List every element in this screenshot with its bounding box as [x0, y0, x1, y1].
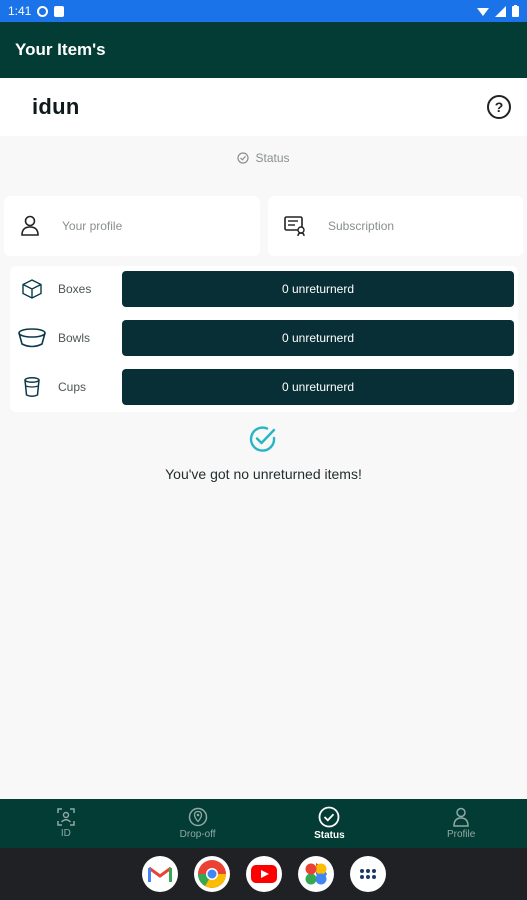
- cups-status-button[interactable]: 0 unreturnerd: [122, 369, 514, 405]
- boxes-status-button[interactable]: 0 unreturnerd: [122, 271, 514, 307]
- page-title: Your Item's: [15, 40, 106, 59]
- nav-profile[interactable]: Profile: [395, 799, 527, 848]
- photos-icon[interactable]: [297, 856, 334, 892]
- items-list: Boxes 0 unreturnerd Bowls 0 unreturnerd …: [10, 266, 518, 412]
- no-items-message: You've got no unreturned items!: [165, 466, 362, 482]
- card-label: Subscription: [328, 219, 395, 233]
- gmail-icon[interactable]: [141, 856, 178, 892]
- chrome-icon[interactable]: [193, 856, 230, 892]
- item-row-boxes: Boxes 0 unreturnerd: [10, 271, 518, 307]
- person-icon: [21, 215, 39, 236]
- person-icon: [453, 807, 469, 827]
- apps-icon[interactable]: [349, 856, 386, 892]
- help-button[interactable]: ?: [487, 95, 511, 119]
- youtube-icon[interactable]: [245, 856, 282, 892]
- check-circle-icon: [318, 806, 340, 828]
- your-profile-card[interactable]: Your profile: [4, 196, 260, 256]
- nav-label: Status: [314, 830, 345, 841]
- box-icon: [22, 279, 42, 299]
- bowl-icon: [18, 328, 46, 348]
- nav-id[interactable]: ID: [0, 799, 132, 848]
- subscription-card[interactable]: Subscription: [268, 196, 523, 256]
- wifi-icon: [477, 8, 489, 16]
- sim-icon: [54, 5, 65, 17]
- location-icon: [188, 807, 207, 827]
- nav-label: ID: [60, 828, 71, 839]
- item-row-bowls: Bowls 0 unreturnerd: [10, 320, 518, 356]
- nav-label: Drop-off: [179, 829, 216, 840]
- system-status-bar: 1:41: [0, 0, 527, 22]
- item-value: 0 unreturnerd: [281, 331, 355, 345]
- battery-icon: [512, 5, 519, 17]
- help-icon: ?: [494, 99, 504, 115]
- item-label: Bowls: [58, 331, 91, 345]
- nav-status[interactable]: Status: [264, 799, 396, 848]
- status-label: Status: [255, 151, 290, 165]
- card-label: Your profile: [62, 219, 123, 233]
- bottom-navigation: ID Drop-off Status Profile: [0, 799, 527, 848]
- item-value: 0 unreturnerd: [281, 282, 355, 296]
- brand-bar: idun ?: [0, 78, 527, 136]
- cup-icon: [24, 377, 40, 397]
- signal-icon: [495, 5, 506, 17]
- item-value: 0 unreturnerd: [281, 380, 355, 394]
- subscription-icon: [284, 216, 305, 236]
- bowls-status-button[interactable]: 0 unreturnerd: [122, 320, 514, 356]
- system-dock: [0, 848, 527, 900]
- notification-icon: [37, 5, 49, 17]
- status-heading: Status: [0, 148, 527, 168]
- clock: 1:41: [8, 4, 32, 18]
- app-bar: Your Item's: [0, 22, 527, 78]
- item-row-cups: Cups 0 unreturnerd: [10, 369, 518, 405]
- item-label: Boxes: [58, 282, 92, 296]
- item-label: Cups: [58, 380, 87, 394]
- nav-label: Profile: [446, 829, 476, 840]
- check-circle-icon: [237, 152, 250, 164]
- success-check-icon: [249, 426, 276, 452]
- brand-logo: idun: [32, 94, 80, 119]
- nav-drop-off[interactable]: Drop-off: [132, 799, 264, 848]
- id-icon: [57, 808, 75, 826]
